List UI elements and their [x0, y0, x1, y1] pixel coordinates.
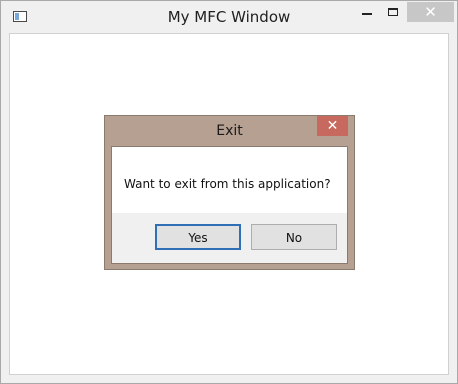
window-close-button[interactable]: ✕ [407, 2, 454, 22]
yes-button[interactable]: Yes [155, 224, 241, 250]
main-titlebar[interactable]: My MFC Window ✕ [1, 1, 457, 33]
dialog-message: Want to exit from this application? [124, 177, 331, 191]
no-button[interactable]: No [251, 224, 337, 250]
maximize-button[interactable] [381, 2, 407, 22]
exit-dialog: Exit ✕ Want to exit from this applicatio… [104, 115, 355, 270]
dialog-body: Want to exit from this application? Yes … [111, 146, 348, 264]
dialog-footer: Yes No [112, 213, 347, 263]
dialog-close-button[interactable]: ✕ [317, 116, 348, 136]
minimize-button[interactable] [355, 2, 381, 22]
